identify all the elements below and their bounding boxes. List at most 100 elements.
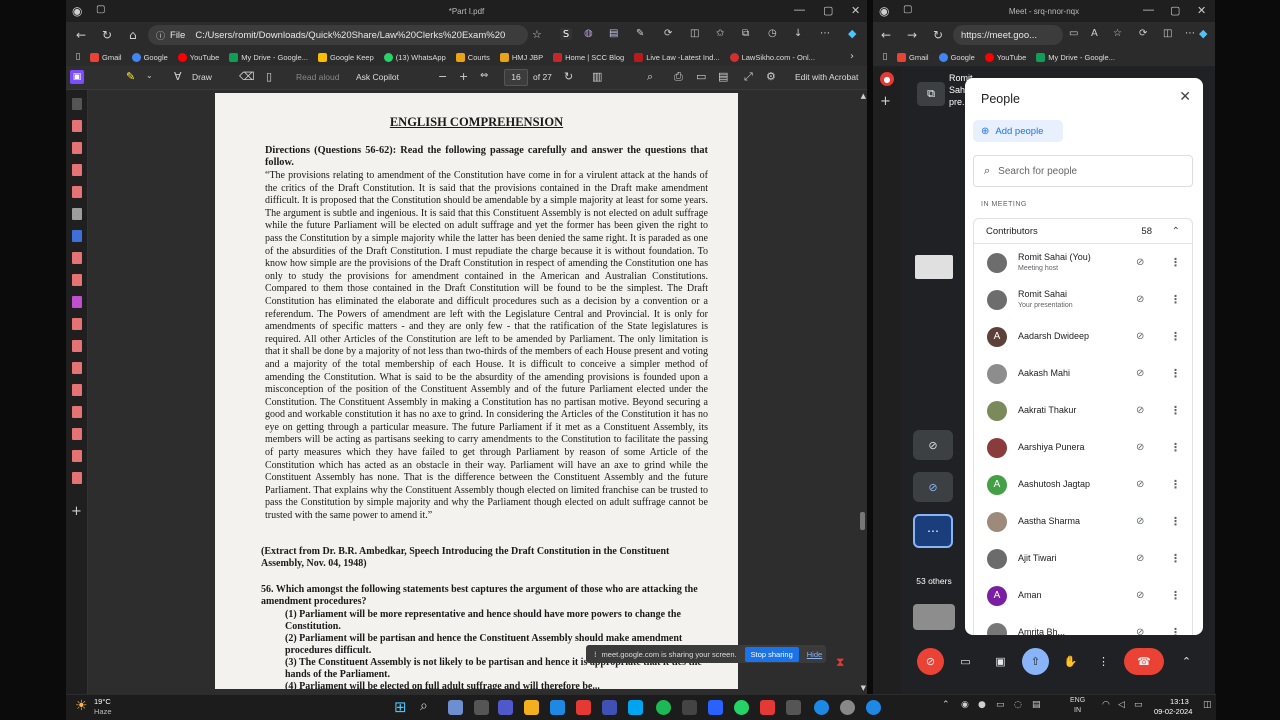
language-top[interactable]: ENG: [1070, 697, 1085, 704]
tab-icon[interactable]: [72, 230, 82, 242]
maximize-icon[interactable]: ▢: [823, 4, 833, 17]
participant-row[interactable]: A Aashutosh Jagtap ⊘ ⋮: [974, 466, 1194, 503]
bookmark-google[interactable]: Google: [938, 52, 975, 62]
more-icon[interactable]: ⋯: [1185, 28, 1195, 39]
tab-icon[interactable]: [72, 296, 82, 308]
bookmark-google[interactable]: Google: [131, 52, 168, 62]
refresh-icon[interactable]: ↻: [933, 28, 943, 42]
bookmark-google-keep[interactable]: Google Keep: [317, 52, 374, 62]
bookmark-youtube[interactable]: YouTube: [984, 52, 1026, 62]
chat-bubble-icon[interactable]: ⋯: [913, 514, 953, 548]
mic-muted-icon[interactable]: ⊘: [1136, 405, 1144, 416]
others-count[interactable]: 53 others: [911, 562, 957, 590]
participant-row[interactable]: A Aman ⊘ ⋮: [974, 577, 1194, 614]
more-options-icon[interactable]: ⋮: [1170, 367, 1181, 380]
participant-row[interactable]: Aakash Mahi ⊘ ⋮: [974, 355, 1194, 392]
pdf-tab-icon[interactable]: [72, 472, 82, 484]
hide-button[interactable]: Hide: [807, 650, 822, 659]
mic-muted-icon[interactable]: ⊘: [1136, 627, 1144, 635]
extension-s-icon[interactable]: S: [560, 28, 572, 40]
more-options-icon[interactable]: ⋮: [1090, 648, 1117, 675]
contributors-header[interactable]: Contributors 58 ⌃: [973, 218, 1193, 244]
back-icon[interactable]: ←: [881, 28, 891, 42]
participant-row[interactable]: Amrita Bh... ⊘ ⋮: [974, 614, 1194, 635]
edit-with-acrobat-button[interactable]: Edit with Acrobat: [795, 72, 858, 82]
copilot-taskbar-icon[interactable]: [448, 700, 463, 715]
tray-icon[interactable]: ●: [978, 700, 986, 710]
tab-title[interactable]: *Part I.pdf: [66, 7, 867, 16]
more-options-icon[interactable]: ⋮: [1170, 256, 1181, 269]
more-options-icon[interactable]: ⋮: [1170, 404, 1181, 417]
scroll-up-icon[interactable]: ▲: [861, 92, 866, 100]
more-options-icon[interactable]: ⋮: [1170, 626, 1181, 635]
clock-date[interactable]: 09-02-2024: [1154, 707, 1192, 716]
back-icon[interactable]: ←: [76, 28, 86, 42]
store-icon[interactable]: [628, 700, 643, 715]
participant-row[interactable]: Aakrati Thakur ⊘ ⋮: [974, 392, 1194, 429]
home-icon[interactable]: ⌂: [129, 28, 137, 42]
edit-icon[interactable]: ✎: [636, 28, 644, 39]
zoom-in-icon[interactable]: +: [459, 70, 468, 83]
acrobat-taskbar-icon[interactable]: [760, 700, 775, 715]
pdf-tab-icon[interactable]: [72, 318, 82, 330]
file-explorer-icon[interactable]: [524, 700, 539, 715]
close-icon[interactable]: ✕: [1197, 4, 1206, 17]
start-windows-icon[interactable]: ⊞: [394, 698, 407, 716]
save-as-icon[interactable]: ▤: [718, 70, 728, 83]
refresh-page-icon[interactable]: ⟳: [664, 28, 672, 39]
participant-row[interactable]: A Aadarsh Dwideep ⊘ ⋮: [974, 318, 1194, 355]
battery-icon[interactable]: ▭: [1134, 700, 1143, 710]
forward-icon[interactable]: →: [907, 28, 917, 42]
participant-row[interactable]: Aarshiya Punera ⊘ ⋮: [974, 429, 1194, 466]
bookmark-gmail[interactable]: Gmail: [897, 52, 929, 62]
mic-muted-icon[interactable]: ⊘: [1136, 553, 1144, 564]
favorite-star-icon[interactable]: ☆: [532, 28, 542, 41]
save-icon[interactable]: ▭: [696, 70, 706, 83]
app-icon[interactable]: [576, 700, 591, 715]
pdf-tab-icon[interactable]: [72, 384, 82, 396]
pdf-tab-icon[interactable]: [72, 252, 82, 264]
chevron-up-icon[interactable]: ⌃: [1173, 648, 1200, 675]
more-options-icon[interactable]: ⋮: [1170, 441, 1181, 454]
weather-icon[interactable]: ☀: [75, 698, 88, 714]
camera-icon[interactable]: ▭: [952, 648, 979, 675]
mic-off-icon[interactable]: ⊘: [917, 648, 944, 675]
notification-icon[interactable]: ◫: [1203, 700, 1212, 710]
app-icon[interactable]: [708, 700, 723, 715]
spotify-icon[interactable]: [656, 700, 671, 715]
bookmark-lawsikho[interactable]: LawSikho.com - Onl...: [729, 52, 815, 62]
mic-muted-icon[interactable]: ⊘: [1136, 368, 1144, 379]
acrobat-icon[interactable]: ⧗: [836, 655, 844, 670]
leave-call-icon[interactable]: ☎: [1124, 648, 1164, 675]
chevron-down-icon[interactable]: ⌄: [146, 71, 153, 80]
highlight-icon[interactable]: ✎: [126, 70, 135, 83]
fit-page-icon[interactable]: ⇔: [480, 70, 488, 81]
present-screen-icon[interactable]: ⇧: [1022, 648, 1049, 675]
app-icon[interactable]: [814, 700, 829, 715]
split-screen-icon[interactable]: ◫: [1163, 28, 1172, 39]
search-icon[interactable]: ⌕: [647, 70, 653, 84]
stop-sharing-button[interactable]: Stop sharing: [744, 646, 799, 662]
bookmark-my-drive[interactable]: My Drive - Google...: [229, 52, 308, 62]
zoom-out-icon[interactable]: −: [438, 70, 447, 83]
favorites-icon[interactable]: ✩: [716, 28, 724, 39]
minimize-icon[interactable]: —: [1143, 4, 1154, 16]
meet-tab-title[interactable]: Meet - srq-nnor-nqx: [873, 7, 1215, 16]
participant-row[interactable]: Ajit Tiwari ⊘ ⋮: [974, 540, 1194, 577]
captions-icon[interactable]: ▣: [987, 648, 1014, 675]
split-screen-icon[interactable]: ◫: [690, 28, 699, 39]
whatsapp-icon[interactable]: [734, 700, 749, 715]
raise-hand-icon[interactable]: ✋: [1057, 648, 1084, 675]
history-icon[interactable]: ◷: [768, 28, 777, 39]
record-icon[interactable]: ●: [880, 72, 894, 86]
clock-time[interactable]: 13:13: [1170, 697, 1189, 706]
tray-icon[interactable]: ▤: [1032, 700, 1041, 710]
participant-tile-muted[interactable]: ⊘: [913, 472, 953, 502]
pdf-tab-icon[interactable]: [72, 186, 82, 198]
bookmark-whatsapp[interactable]: (13) WhatsApp: [383, 52, 446, 62]
refresh-icon[interactable]: ↻: [102, 28, 112, 42]
erase-icon[interactable]: ⌫: [239, 70, 255, 83]
more-options-icon[interactable]: ⋮: [1170, 293, 1181, 306]
app-icon[interactable]: [602, 700, 617, 715]
sidebar-toggle-icon[interactable]: ▯: [66, 52, 90, 62]
